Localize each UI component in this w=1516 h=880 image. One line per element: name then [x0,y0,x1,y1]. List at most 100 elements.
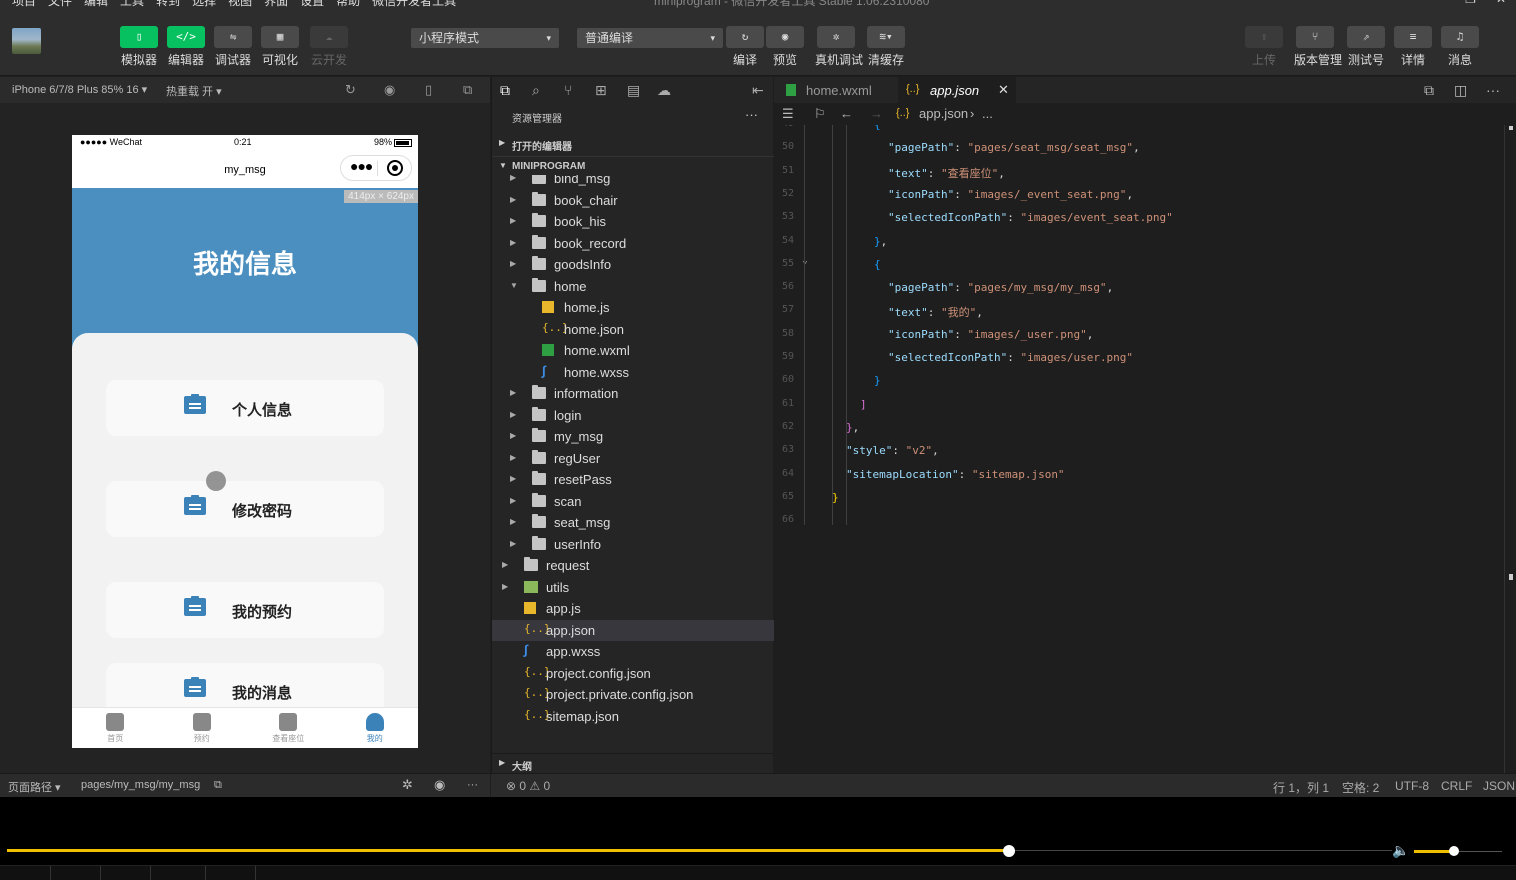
progress-knob[interactable] [1003,845,1015,857]
debugger-button[interactable]: ⇋ 调试器 [213,26,253,68]
back-arrow-icon[interactable]: ← [840,106,853,121]
menu-item[interactable]: 转到 [156,0,180,8]
tree-item[interactable]: ▶ information [492,383,774,404]
more-icon[interactable]: ··· [467,779,478,791]
forward-arrow-icon[interactable]: → [870,106,883,121]
breadcrumb-more[interactable]: ... [982,106,993,121]
progress-remaining[interactable] [1009,850,1392,851]
menu-item[interactable]: 帮助 [336,0,360,8]
compile-select[interactable]: 普通编译 ▾ [577,28,723,48]
tree-item[interactable]: ▶ request [492,555,774,576]
compile-button[interactable]: ↻ 编译 [725,26,765,68]
tab-home[interactable]: 首页 [72,708,159,748]
real-device-debug-button[interactable]: ✲ 真机调试 [815,26,863,68]
hot-reload-select[interactable]: 热重载 开 ▾ [166,83,222,99]
menu-card-personal-info[interactable]: 个人信息 [106,380,384,436]
user-avatar[interactable] [12,28,41,54]
tree-item[interactable]: app.js [492,598,774,619]
tab-booking[interactable]: 预约 [159,708,246,748]
tree-item[interactable]: {..} project.config.json [492,663,774,684]
tree-item[interactable]: ▶ goodsInfo [492,254,774,275]
volume-remaining[interactable] [1454,851,1502,852]
menu-item[interactable]: 项目 [12,0,36,8]
tree-item[interactable]: ▶ scan [492,491,774,512]
menu-item[interactable]: 设置 [300,0,324,8]
close-target-icon[interactable] [387,160,403,176]
open-changes-icon[interactable]: ⧉ [1424,82,1434,99]
tree-item[interactable]: ▶ bind_msg [492,175,774,189]
more-icon[interactable]: ··· [1486,82,1500,98]
stop-icon[interactable]: ◉ [384,82,395,98]
project-section[interactable]: ▼ MINIPROGRAM [492,156,774,176]
tree-item[interactable]: ▶ resetPass [492,469,774,490]
tree-item[interactable]: {..} project.private.config.json [492,684,774,705]
maximize-icon[interactable]: ❐ [1465,0,1476,6]
volume-icon[interactable]: 🔈 [1392,842,1409,859]
menu-item[interactable]: 选择 [192,0,216,8]
extensions-icon[interactable]: ⊞ [595,82,607,99]
window-icon[interactable]: ▤ [627,82,640,99]
menu-card-my-bookings[interactable]: 我的预约 [106,582,384,638]
collapse-panel-icon[interactable]: ⇤ [752,82,764,99]
outline-section[interactable]: ▶ 大纲 [492,753,774,773]
open-editors-section[interactable]: ▶ 打开的编辑器 [492,134,774,154]
progress-track[interactable] [7,849,1009,852]
bug-icon[interactable]: ✲ [402,777,413,793]
tree-item[interactable]: {..} home.json [492,319,774,340]
tree-item[interactable]: ▶ utils [492,577,774,598]
line-ending[interactable]: CRLF [1441,779,1472,793]
visual-button[interactable]: ▦ 可视化 [260,26,300,68]
eye-icon[interactable]: ◉ [434,777,445,793]
encoding[interactable]: UTF-8 [1395,779,1429,793]
mini-program-capsule[interactable]: ●●● [340,155,412,181]
cursor-position[interactable]: 行 1，列 1 [1273,779,1329,796]
tree-item[interactable]: ▶ my_msg [492,426,774,447]
language-mode[interactable]: JSON [1483,779,1515,793]
phone-icon[interactable]: ▯ [425,82,432,98]
tree-item[interactable]: ∫ home.wxss [492,362,774,383]
tree-item[interactable]: home.js [492,297,774,318]
tree-item[interactable]: {..} app.json [492,619,774,641]
menu-item[interactable]: 视图 [228,0,252,8]
preview-button[interactable]: ◉ 预览 [765,26,805,68]
volume-knob[interactable] [1449,846,1459,856]
tree-item[interactable]: ▶ book_his [492,211,774,232]
search-icon[interactable]: ⌕ [532,82,540,99]
refresh-icon[interactable]: ↻ [345,82,356,98]
tree-item[interactable]: {..} sitemap.json [492,706,774,727]
tree-item[interactable]: ▶ regUser [492,448,774,469]
upload-button[interactable]: ⇪ 上传 [1244,26,1284,68]
test-account-button[interactable]: ⇗ 测试号 [1346,26,1386,68]
list-icon[interactable]: ☰ [782,106,794,122]
cloud-button[interactable]: ☁ 云开发 [309,26,349,68]
menu-item[interactable]: 微信开发者工具 [372,0,456,8]
problems-indicator[interactable]: ⊗ 0 ⚠ 0 [506,779,550,793]
tab-app-json[interactable]: {..} app.json ✕ [898,77,1016,103]
tree-item[interactable]: home.wxml [492,340,774,361]
fold-chevron-icon[interactable]: ⌄ [802,125,808,126]
close-icon[interactable]: ✕ [998,82,1009,98]
breadcrumb-file[interactable]: app.json [919,106,968,121]
editor-button[interactable]: </> 编辑器 [166,26,206,68]
tab-mine[interactable]: 我的 [332,708,419,748]
tree-item[interactable]: ▼ home [492,276,774,297]
fold-chevron-icon[interactable]: ⌄ [802,255,808,266]
details-button[interactable]: ≡ 详情 [1393,26,1433,68]
clear-cache-button[interactable]: ≋▾ 清缓存 [866,26,906,68]
popout-icon[interactable]: ⧉ [463,82,472,98]
source-control-icon[interactable]: ⑂ [564,82,572,98]
volume-track[interactable] [1414,850,1454,853]
tab-seats[interactable]: 查看座位 [245,708,332,748]
files-icon[interactable]: ⧉ [500,82,510,99]
tree-item[interactable]: ▶ seat_msg [492,512,774,533]
more-dots-icon[interactable]: ●●● [350,158,373,174]
tree-item[interactable]: ▶ login [492,405,774,426]
tree-item[interactable]: ▶ book_record [492,233,774,254]
indentation[interactable]: 空格: 2 [1342,779,1379,796]
split-editor-icon[interactable]: ◫ [1454,82,1467,99]
version-button[interactable]: ⑂ 版本管理 [1294,26,1342,68]
scrollbar[interactable] [1504,125,1514,773]
tree-item[interactable]: ▶ userInfo [492,534,774,555]
menu-item[interactable]: 文件 [48,0,72,8]
page-path-select[interactable]: 页面路径 ▾ [8,779,61,795]
